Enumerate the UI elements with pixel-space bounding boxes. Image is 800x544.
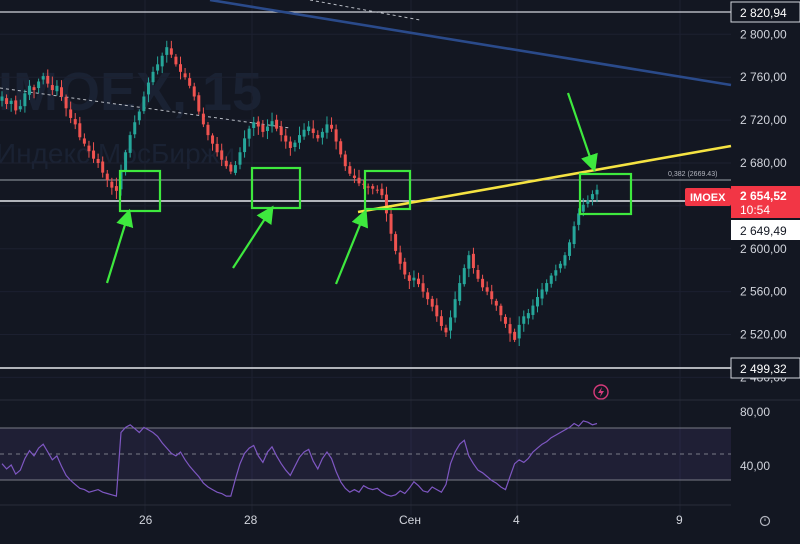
time-label-sep: Сен: [399, 513, 421, 527]
bottom-level-badge: 2 499,32: [730, 357, 800, 379]
time-label-9: 9: [676, 513, 683, 527]
bottom-level-value: 2 499,32: [740, 362, 787, 376]
price-tick-label: 2 800,00: [740, 27, 787, 41]
chart-stage[interactable]: IMOEX, 15 Индекс МосБиржи 0,382 (2669.43…: [0, 0, 800, 539]
fib-label: 0,382 (2669.43): [668, 171, 717, 178]
time-label-4: 4: [513, 513, 520, 527]
current-symbol: IMOEX: [690, 192, 726, 204]
top-level-value: 2 820,94: [740, 6, 787, 20]
watermark-line2: Индекс МосБиржи: [0, 138, 235, 169]
price-tick-label: 2 680,00: [740, 156, 787, 170]
time-label-26: 26: [139, 513, 153, 527]
rsi-band: [0, 428, 731, 480]
candle: [197, 92, 201, 115]
support-level-badge: 2 649,49: [731, 220, 800, 240]
price-tick-label: 2 560,00: [740, 285, 787, 299]
rsi-tick-80: 80,00: [740, 405, 770, 419]
price-tick-label: 2 720,00: [740, 113, 787, 127]
rsi-tick-40: 40,00: [740, 459, 770, 473]
price-tick-label: 2 520,00: [740, 328, 787, 342]
time-label-28: 28: [244, 513, 258, 527]
price-tick-label: 2 760,00: [740, 70, 787, 84]
countdown-value: 10:54: [740, 203, 770, 217]
support-level-value: 2 649,49: [740, 224, 787, 238]
top-level-badge: 2 820,94: [730, 1, 800, 23]
price-tick-label: 2 600,00: [740, 242, 787, 256]
watermark-line1: IMOEX, 15: [0, 62, 262, 122]
chart-canvas[interactable]: IMOEX, 15 Индекс МосБиржи 0,382 (2669.43…: [0, 0, 800, 539]
current-price-value: 2 654,52: [740, 189, 787, 203]
